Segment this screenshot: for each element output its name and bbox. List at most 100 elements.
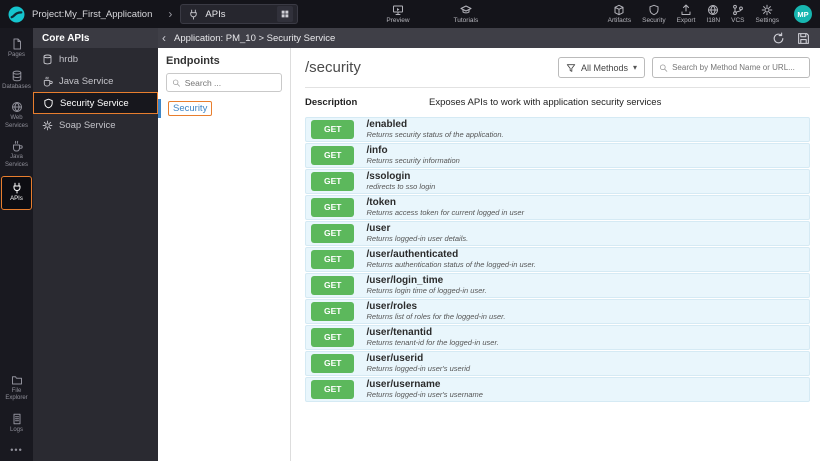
endpoints-search-input[interactable]	[184, 77, 276, 88]
endpoint-row[interactable]: GET /user/userid Returns logged-in user'…	[305, 351, 810, 376]
user-avatar[interactable]: MP	[794, 5, 812, 23]
endpoint-description: Returns logged-in user's userid	[366, 363, 471, 373]
preview-icon	[392, 5, 403, 15]
service-detail: /security All Methods ▾ Search by Method…	[291, 48, 820, 461]
endpoint-row[interactable]: GET /user/roles Returns list of roles fo…	[305, 299, 810, 324]
endpoint-row-text: /info Returns security information	[366, 145, 459, 165]
sidebar-item-label: Logs	[9, 426, 23, 433]
settings-button[interactable]: Settings	[755, 4, 780, 24]
artifacts-icon	[614, 4, 624, 16]
tutorials-button[interactable]: Tutorials	[454, 4, 478, 24]
endpoint-row-text: /token Returns access token for current …	[366, 197, 524, 217]
left-sidebar: Pages Databases Web Services Java Servic…	[0, 28, 33, 461]
sidebar-item-file-explorer[interactable]: File Explorer	[0, 369, 33, 408]
vcs-button[interactable]: VCS	[731, 4, 745, 24]
sidebar-item-databases[interactable]: Databases	[0, 65, 33, 97]
top-bar: Project:My_First_Application › APIs Prev…	[0, 0, 820, 28]
endpoint-row[interactable]: GET /user Returns logged-in user details…	[305, 221, 810, 246]
i18n-button[interactable]: I18N	[706, 4, 720, 24]
settings-label: Settings	[755, 17, 780, 24]
method-badge[interactable]: GET	[311, 172, 355, 191]
endpoint-description: Returns logged-in user's username	[366, 389, 483, 399]
method-badge[interactable]: GET	[311, 354, 355, 373]
method-badge[interactable]: GET	[311, 302, 355, 321]
method-search[interactable]	[652, 57, 810, 78]
artifacts-button[interactable]: Artifacts	[608, 4, 631, 24]
endpoint-row[interactable]: GET /ssologin redirects to sso login	[305, 169, 810, 194]
app-window: Project:My_First_Application › APIs Prev…	[0, 0, 820, 461]
sidebar-item-label: APIs	[10, 196, 23, 202]
endpoint-list-item-security[interactable]: Security	[158, 99, 290, 118]
endpoint-description: Returns logged-in user details.	[366, 233, 469, 243]
plug-icon	[13, 182, 20, 194]
endpoint-row-text: /user/userid Returns logged-in user's us…	[366, 353, 470, 373]
detail-header: /security All Methods ▾	[305, 57, 810, 88]
endpoint-row[interactable]: GET /user/authenticated Returns authenti…	[305, 247, 810, 272]
sidebar-item-apis[interactable]: APIs	[1, 176, 32, 210]
endpoint-description: Returns login time of logged-in user.	[366, 285, 487, 295]
endpoints-search[interactable]	[166, 73, 282, 92]
shield-icon	[649, 4, 659, 16]
endpoint-row[interactable]: GET /token Returns access token for curr…	[305, 195, 810, 220]
endpoint-row[interactable]: GET /info Returns security information	[305, 143, 810, 168]
methods-filter-dropdown[interactable]: All Methods ▾	[557, 57, 645, 78]
endpoint-row[interactable]: GET /user/username Returns logged-in use…	[305, 377, 810, 402]
endpoint-row-text: /user Returns logged-in user details.	[366, 223, 468, 243]
method-search-input[interactable]	[672, 63, 803, 72]
api-item-soap-service[interactable]: Soap Service	[33, 114, 158, 136]
vcs-label: VCS	[731, 17, 745, 24]
app-body: Pages Databases Web Services Java Servic…	[0, 28, 820, 461]
search-icon	[659, 63, 668, 72]
endpoint-row-text: /enabled Returns security status of the …	[366, 119, 503, 139]
coffee-icon	[43, 76, 53, 87]
endpoint-row[interactable]: GET /user/tenantid Returns tenant-id for…	[305, 325, 810, 350]
more-options-button[interactable]: •••	[0, 439, 33, 461]
endpoints-panel: Endpoints Security	[158, 48, 291, 461]
method-badge[interactable]: GET	[311, 120, 355, 139]
collapse-panel-icon[interactable]: ‹	[162, 32, 166, 44]
export-button[interactable]: Export	[677, 4, 695, 24]
method-badge[interactable]: GET	[311, 198, 355, 217]
method-badge[interactable]: GET	[311, 328, 355, 347]
endpoint-row-text: /user/roles Returns list of roles for th…	[366, 301, 505, 321]
api-item-hrdb[interactable]: hrdb	[33, 48, 158, 70]
detail-controls: All Methods ▾	[557, 57, 810, 78]
method-badge[interactable]: GET	[311, 380, 355, 399]
project-name[interactable]: Project:My_First_Application	[32, 9, 152, 20]
preview-button[interactable]: Preview	[386, 4, 410, 24]
api-item-java-service[interactable]: Java Service	[33, 70, 158, 92]
sidebar-item-logs[interactable]: Logs	[0, 408, 33, 440]
description-label: Description	[305, 97, 358, 108]
service-title: /security	[305, 59, 361, 76]
method-badge[interactable]: GET	[311, 146, 355, 165]
endpoint-description: Returns tenant-id for the logged-in user…	[366, 337, 499, 347]
plug-icon	[190, 9, 198, 20]
security-label: Security	[642, 17, 666, 24]
sidebar-item-label: Pages	[7, 52, 25, 58]
endpoint-row[interactable]: GET /user/login_time Returns login time …	[305, 273, 810, 298]
endpoint-description: redirects to sso login	[366, 181, 436, 191]
database-icon	[12, 70, 21, 81]
security-button[interactable]: Security	[642, 4, 666, 24]
breadcrumb: Application: PM_10 > Security Service	[174, 32, 336, 44]
method-badge[interactable]: GET	[311, 250, 355, 269]
core-apis-header: Core APIs	[33, 28, 158, 48]
workspace-selector[interactable]: APIs	[180, 4, 299, 24]
preview-label: Preview	[386, 17, 410, 24]
sidebar-item-web-services[interactable]: Web Services	[0, 96, 33, 135]
save-icon[interactable]	[797, 32, 810, 45]
chevron-right-icon: ›	[168, 7, 173, 21]
api-item-label: hrdb	[59, 53, 79, 65]
method-badge[interactable]: GET	[311, 224, 355, 243]
sidebar-item-pages[interactable]: Pages	[0, 33, 33, 65]
endpoint-row-text: /ssologin redirects to sso login	[366, 171, 435, 191]
sidebar-item-java-services[interactable]: Java Services	[0, 135, 33, 174]
refresh-icon[interactable]	[772, 32, 785, 45]
api-item-security-service[interactable]: Security Service	[33, 92, 158, 114]
main-header: ‹ Application: PM_10 > Security Service	[158, 28, 820, 48]
method-badge[interactable]: GET	[311, 276, 355, 295]
grid-view-button[interactable]	[277, 6, 294, 22]
brand-logo-icon[interactable]	[8, 6, 25, 23]
endpoint-description: Returns authentication status of the log…	[366, 259, 536, 269]
endpoint-row[interactable]: GET /enabled Returns security status of …	[305, 117, 810, 142]
